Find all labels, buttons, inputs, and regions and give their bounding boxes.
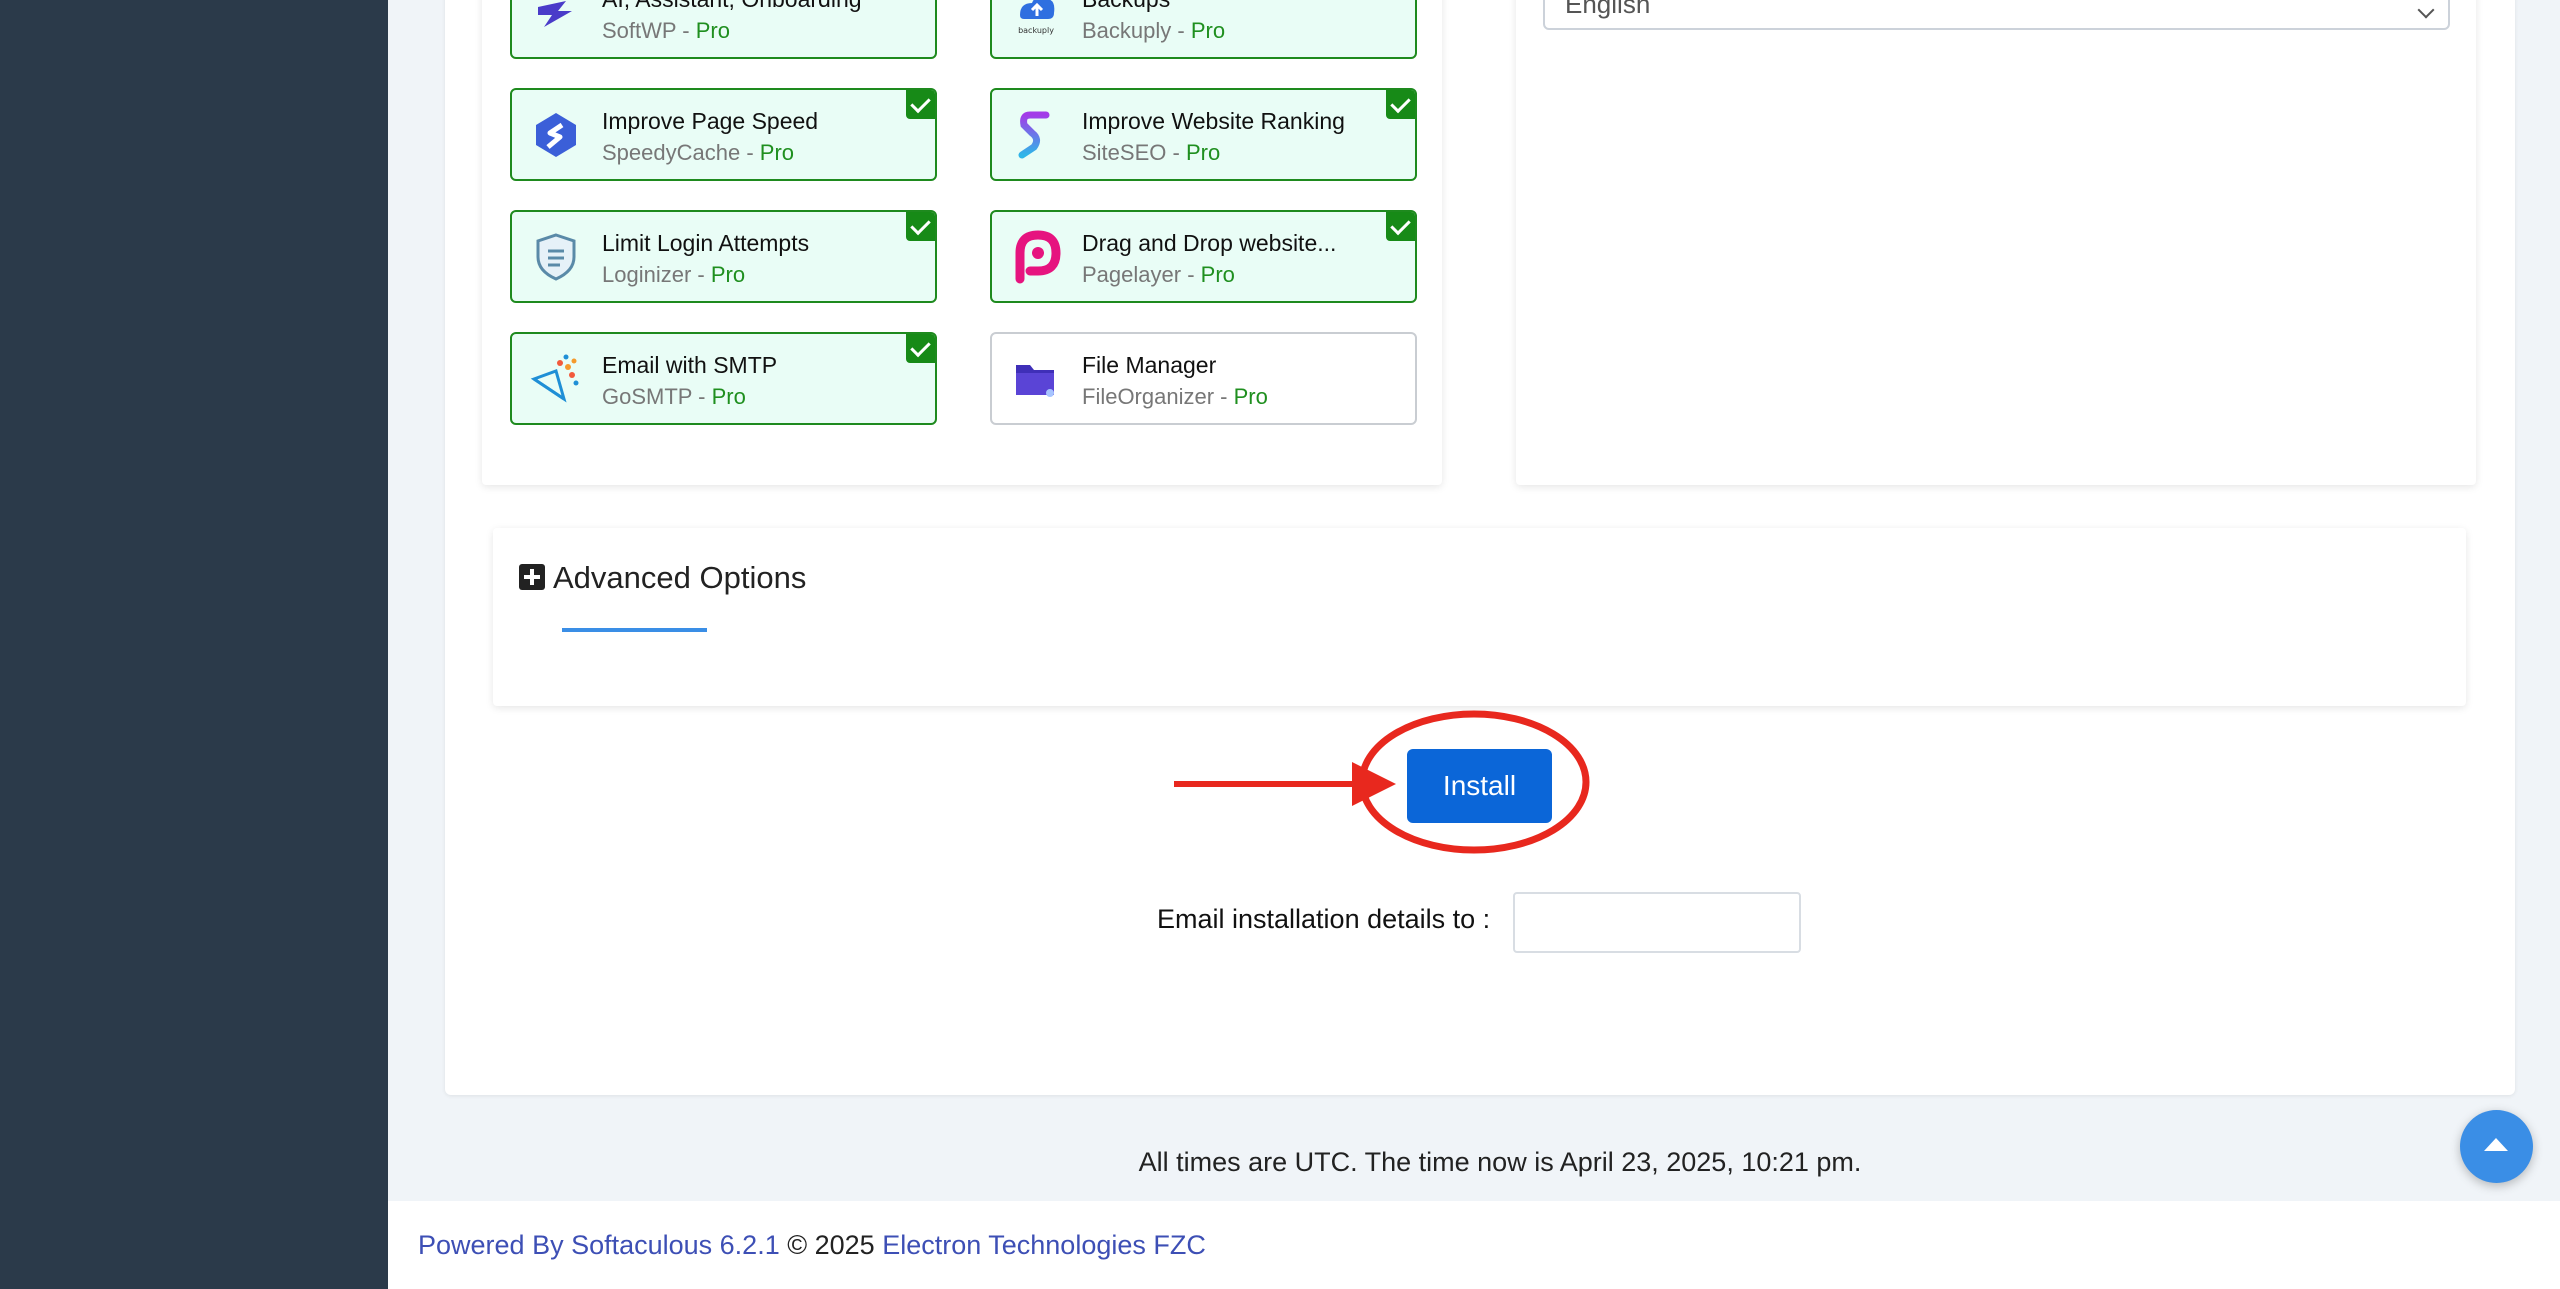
plugin-card-fileorganizer[interactable]: File Manager FileOrganizer - Pro — [990, 332, 1417, 425]
advanced-options-title[interactable]: Advanced Options — [553, 560, 806, 596]
gosmtp-icon — [530, 354, 579, 403]
plugin-title: Backups — [1082, 0, 1170, 13]
email-details-input[interactable] — [1513, 892, 1801, 953]
chevron-down-icon — [2417, 1, 2435, 19]
plugin-vendor: Backuply - Pro — [1082, 18, 1226, 43]
plugin-vendor: FileOrganizer - Pro — [1082, 384, 1268, 409]
plugin-card-pagelayer[interactable]: Drag and Drop website... Pagelayer - Pro — [990, 210, 1417, 303]
language-panel — [1516, 0, 2476, 485]
company-link[interactable]: Electron Technologies FZC — [882, 1230, 1206, 1260]
powered-by-link[interactable]: Powered By Softaculous 6.2.1 — [418, 1230, 780, 1260]
softwp-icon — [538, 1, 572, 27]
plugin-vendor: Loginizer - Pro — [602, 262, 746, 287]
language-select[interactable]: English — [1543, 0, 2450, 30]
scroll-to-top-button[interactable] — [2460, 1110, 2533, 1183]
speedycache-icon — [536, 113, 576, 157]
plugin-vendor: SoftWP - Pro — [602, 18, 730, 43]
siteseo-icon — [1018, 111, 1050, 159]
timezone-note: All times are UTC. The time now is April… — [1138, 1147, 1862, 1177]
plugin-title: Improve Page Speed — [602, 108, 819, 134]
plugin-vendor: SiteSEO - Pro — [1082, 140, 1221, 165]
loginizer-shield-icon — [536, 233, 576, 281]
copyright-text: © 2025 — [779, 1230, 883, 1260]
plugin-card-loginizer[interactable]: Limit Login Attempts Loginizer - Pro — [510, 210, 937, 303]
language-select-value: English — [1565, 0, 1651, 19]
plugin-vendor: SpeedyCache - Pro — [602, 140, 795, 165]
plugin-vendor: GoSMTP - Pro — [602, 384, 746, 409]
plugin-title: Limit Login Attempts — [602, 230, 810, 256]
pagelayer-icon — [1015, 230, 1061, 284]
advanced-options-underline — [562, 628, 707, 632]
plugin-card-speedycache[interactable]: Improve Page Speed SpeedyCache - Pro — [510, 88, 937, 181]
checkmark-icon[interactable] — [906, 212, 935, 241]
footer-text: Powered By Softaculous 6.2.1 © 2025 Elec… — [418, 1230, 1206, 1261]
svg-text:backuply: backuply — [1018, 26, 1054, 35]
advanced-options-panel — [493, 528, 2466, 706]
expand-plus-icon[interactable] — [519, 564, 545, 590]
plugin-card-gosmtp[interactable]: Email with SMTP GoSMTP - Pro — [510, 332, 937, 425]
plugin-title: Improve Website Ranking — [1082, 108, 1345, 134]
fileorganizer-folder-icon — [1016, 365, 1054, 397]
checkmark-icon[interactable] — [906, 334, 935, 363]
checkmark-icon[interactable] — [1386, 90, 1415, 119]
plugin-card-softwp[interactable]: AI, Assistant, Onboarding SoftWP - Pro — [510, 0, 937, 59]
checkmark-icon[interactable] — [906, 90, 935, 119]
plugin-card-backuply[interactable]: backuply Backups Backuply - Pro — [990, 0, 1417, 59]
plugin-vendor: Pagelayer - Pro — [1082, 262, 1235, 287]
plugin-title: Email with SMTP — [602, 352, 778, 378]
email-details-label: Email installation details to : — [1157, 904, 1491, 934]
checkmark-icon[interactable] — [1386, 212, 1415, 241]
plugin-title: Drag and Drop website... — [1082, 230, 1337, 256]
plugin-title: File Manager — [1082, 352, 1217, 378]
install-button[interactable]: Install — [1407, 749, 1552, 823]
left-sidebar — [0, 0, 388, 1289]
plugin-title: AI, Assistant, Onboarding — [602, 0, 862, 13]
backuply-icon: backuply — [1018, 0, 1055, 35]
plugin-card-siteseo[interactable]: Improve Website Ranking SiteSEO - Pro — [990, 88, 1417, 181]
